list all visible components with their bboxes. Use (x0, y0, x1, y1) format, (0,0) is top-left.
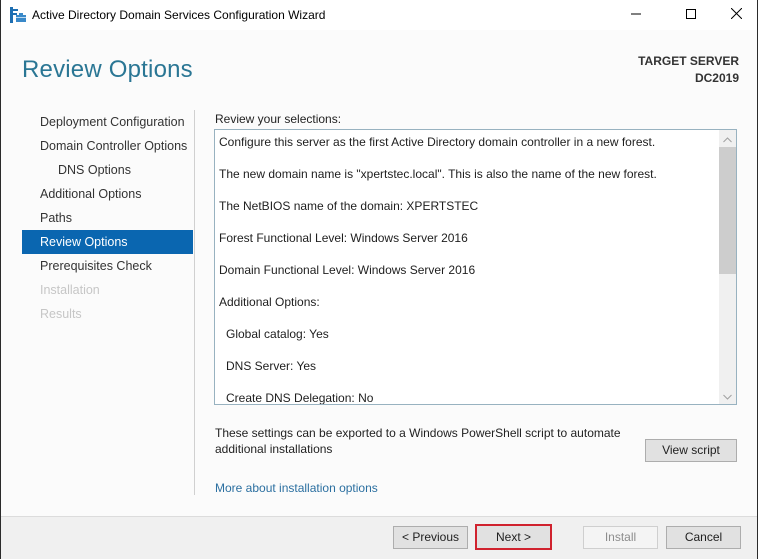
review-selections-textbox[interactable]: Configure this server as the first Activ… (214, 129, 737, 405)
review-line: Additional Options: (219, 295, 320, 309)
review-label: Review your selections: (215, 112, 342, 126)
review-line: The NetBIOS name of the domain: XPERTSTE… (219, 199, 479, 213)
nav-item-installation: Installation (40, 283, 100, 297)
more-about-installation-options-link[interactable]: More about installation options (215, 481, 378, 495)
cancel-button[interactable]: Cancel (666, 526, 741, 549)
ad-ds-wizard-icon (10, 7, 26, 23)
nav-divider (194, 110, 195, 495)
close-button[interactable] (713, 0, 758, 30)
maximize-icon (686, 8, 696, 22)
nav-item-results: Results (40, 307, 82, 321)
chevron-up-icon (723, 132, 732, 146)
scrollbar-thumb[interactable] (719, 147, 736, 274)
nav-item-deployment-configuration[interactable]: Deployment Configuration (22, 110, 193, 134)
wizard-nav: Deployment Configuration Domain Controll… (22, 110, 193, 326)
close-icon (730, 7, 742, 22)
scroll-up-button[interactable] (719, 130, 736, 147)
review-line: Create DNS Delegation: No (226, 391, 374, 405)
title-bar[interactable]: Active Directory Domain Services Configu… (1, 0, 757, 30)
review-line: Forest Functional Level: Windows Server … (219, 231, 468, 245)
export-description: These settings can be exported to a Wind… (215, 426, 621, 456)
install-button: Install (583, 526, 658, 549)
review-line: Global catalog: Yes (226, 327, 329, 341)
previous-button[interactable]: < Previous (393, 526, 468, 549)
page-title: Review Options (22, 56, 193, 83)
nav-item-additional-options[interactable]: Additional Options (22, 182, 193, 206)
nav-item-dns-options[interactable]: DNS Options (22, 158, 193, 182)
window-title: Active Directory Domain Services Configu… (32, 8, 326, 22)
chevron-down-icon (723, 389, 732, 403)
nav-item-review-options[interactable]: Review Options (22, 230, 193, 254)
review-content: Configure this server as the first Activ… (219, 133, 717, 405)
vertical-scrollbar[interactable] (719, 130, 736, 404)
scroll-down-button[interactable] (719, 387, 736, 404)
review-line: Domain Functional Level: Windows Server … (219, 263, 476, 277)
minimize-button[interactable] (613, 0, 659, 30)
review-line: DNS Server: Yes (226, 359, 317, 373)
maximize-button[interactable] (668, 0, 714, 30)
target-server-name: DC2019 (694, 71, 739, 85)
view-script-button[interactable]: View script (645, 439, 737, 462)
nav-item-paths[interactable]: Paths (22, 206, 193, 230)
wizard-window: Active Directory Domain Services Configu… (0, 0, 758, 559)
target-server: TARGET SERVER DC2019 (638, 53, 739, 87)
nav-item-prerequisites-check[interactable]: Prerequisites Check (22, 254, 193, 278)
review-line: The new domain name is "xpertstec.local"… (219, 167, 657, 181)
next-button[interactable]: Next > (475, 524, 552, 550)
review-line: Configure this server as the first Activ… (219, 135, 656, 149)
minimize-icon (631, 8, 641, 22)
nav-item-domain-controller-options[interactable]: Domain Controller Options (22, 134, 193, 158)
target-server-label: TARGET SERVER (638, 54, 739, 68)
